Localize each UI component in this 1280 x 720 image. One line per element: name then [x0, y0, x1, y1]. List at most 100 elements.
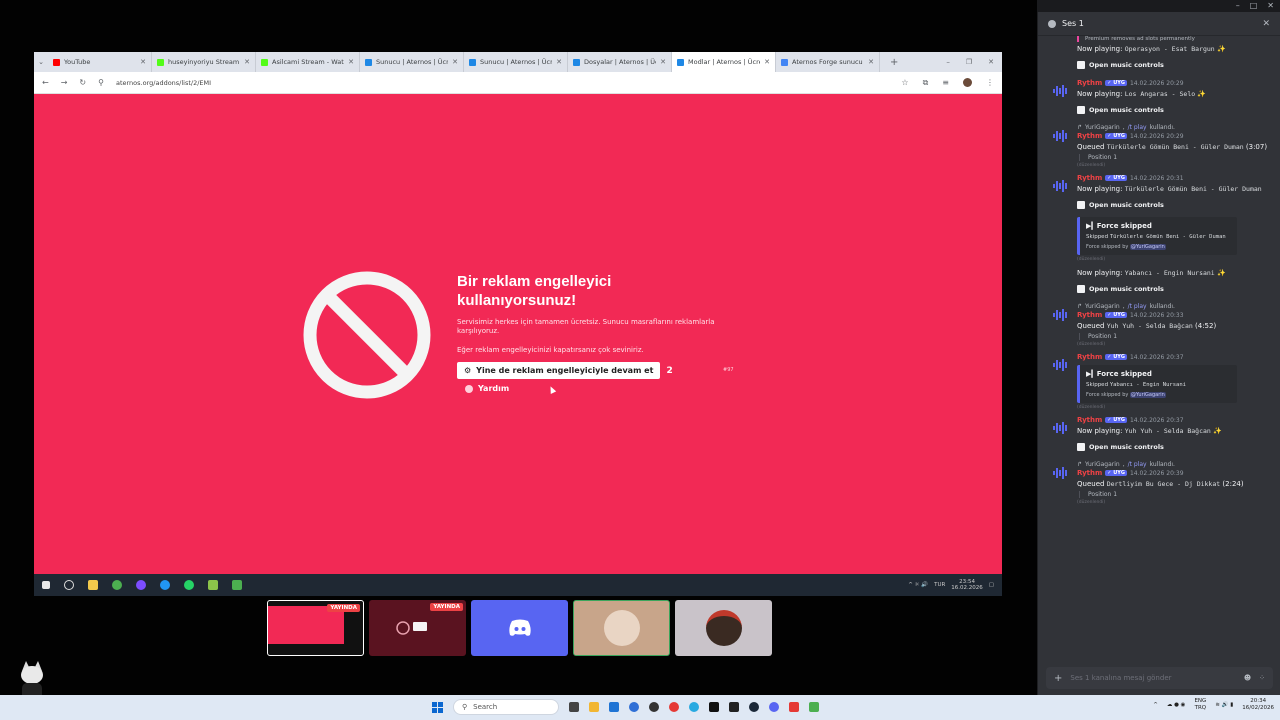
- menu-icon[interactable]: ⋮: [986, 78, 994, 87]
- browser-maximize-icon[interactable]: ❐: [966, 58, 972, 66]
- bookmark-star-icon[interactable]: ☆: [901, 78, 908, 87]
- windows-start-icon[interactable]: [432, 701, 443, 713]
- app-icon[interactable]: [789, 702, 799, 712]
- tab-close-icon[interactable]: ✕: [140, 58, 146, 66]
- tray-overflow-icon[interactable]: ^: [1153, 702, 1158, 708]
- chat-message: Rythm ✓ UYG 14.02.2026 20:37 ▶▎Force skipp…: [1052, 353, 1275, 410]
- edge-icon[interactable]: [629, 702, 639, 712]
- app-icon[interactable]: [136, 580, 146, 590]
- open-music-controls-button[interactable]: Open music controls: [1077, 443, 1164, 451]
- timestamp: 14.02.2026 20:33: [1129, 311, 1184, 319]
- plus-icon[interactable]: +: [1054, 673, 1062, 684]
- url-field[interactable]: aternos.org/addons/list/2/EMI: [116, 79, 889, 87]
- tab-close-icon[interactable]: ✕: [660, 58, 666, 66]
- browser-tab[interactable]: Sunucu | Aternos | Ücretsiz ✕: [360, 52, 464, 72]
- taskview-icon[interactable]: [569, 702, 579, 712]
- new-tab-button[interactable]: +: [890, 57, 898, 68]
- browser-tab[interactable]: huseyinyoriyu Stream - Kick ✕: [152, 52, 256, 72]
- stream-preview-icon: [396, 621, 427, 635]
- open-music-controls-button[interactable]: Open music controls: [1077, 106, 1164, 114]
- terminal-icon[interactable]: [729, 702, 739, 712]
- user-tile[interactable]: [573, 600, 670, 656]
- github-icon[interactable]: [649, 702, 659, 712]
- edge-icon[interactable]: [160, 580, 170, 590]
- user-avatar: [705, 610, 742, 646]
- folder-icon[interactable]: [88, 580, 98, 590]
- whatsapp-icon[interactable]: [184, 580, 194, 590]
- start-icon[interactable]: [42, 581, 50, 589]
- minimize-button[interactable]: –: [1236, 1, 1240, 10]
- browser-minimize-icon[interactable]: –: [946, 58, 950, 66]
- search-icon[interactable]: [64, 580, 74, 590]
- discord-tile[interactable]: [471, 600, 568, 656]
- tab-search-icon[interactable]: ⌄: [34, 58, 48, 66]
- close-button[interactable]: ✕: [1267, 1, 1274, 10]
- profile-avatar[interactable]: [963, 78, 972, 87]
- close-icon[interactable]: ✕: [1262, 19, 1270, 29]
- command-reply: ↱ YuriGagarin, /t play kullandı.: [1077, 124, 1175, 131]
- stream-tile[interactable]: YAYINDA: [369, 600, 466, 656]
- browser-tab[interactable]: Sunucu | Aternos | Ücretsiz ✕: [464, 52, 568, 72]
- maximize-button[interactable]: □: [1250, 1, 1258, 10]
- search-icon: ⚲: [462, 703, 468, 711]
- opera-icon[interactable]: [669, 702, 679, 712]
- queued-line: Queued Dertliyim Bu Gece - Dj Dikkat (2:…: [1077, 480, 1244, 488]
- tab-favicon-icon: [469, 58, 476, 66]
- address-bar: ← → ↻ ⚲ aternos.org/addons/list/2/EMI ☆ …: [34, 72, 1002, 94]
- media-icon[interactable]: ≡: [942, 78, 949, 87]
- message-input[interactable]: + Ses 1 kanalına mesaj gönder ☻ ⁘: [1046, 667, 1273, 689]
- notification-icon[interactable]: ▢: [989, 582, 994, 588]
- browser-close-icon[interactable]: ✕: [988, 58, 994, 66]
- clock[interactable]: 20:34 16/02/2026: [1242, 698, 1274, 712]
- chrome-icon[interactable]: [689, 702, 699, 712]
- tab-close-icon[interactable]: ✕: [452, 58, 458, 66]
- minecraft-icon[interactable]: [809, 702, 819, 712]
- tab-close-icon[interactable]: ✕: [244, 58, 250, 66]
- discord-icon[interactable]: [769, 702, 779, 712]
- network-volume-icons[interactable]: ≋ 🔊 ▮: [1215, 702, 1233, 708]
- continue-with-adblock-button[interactable]: ⚙ Yine de reklam engelleyiciyle devam et: [457, 362, 661, 379]
- steam-icon[interactable]: [749, 702, 759, 712]
- help-icon: [465, 384, 473, 393]
- help-link[interactable]: Yardım: [465, 384, 717, 393]
- taskbar-search[interactable]: ⚲ Search: [453, 699, 559, 715]
- browser-tab[interactable]: Asilcami Stream - Watch ✕: [256, 52, 360, 72]
- open-music-controls-button[interactable]: Open music controls: [1077, 61, 1164, 69]
- emoji-icon[interactable]: ☻: [1244, 674, 1251, 682]
- adblock-title: Bir reklam engelleyici kullanıyorsunuz!: [457, 273, 612, 309]
- tab-close-icon[interactable]: ✕: [868, 58, 874, 66]
- store-icon[interactable]: [609, 702, 619, 712]
- minecraft-icon[interactable]: [208, 580, 218, 590]
- browser-tab[interactable]: Aternos Forge sunucu ha ✕: [776, 52, 880, 72]
- tab-close-icon[interactable]: ✕: [764, 58, 770, 66]
- user-avatar: [603, 610, 640, 646]
- site-info-icon[interactable]: ⚲: [98, 78, 104, 87]
- browser-tab[interactable]: Modlar | Aternos | Ücretsiz ✕: [672, 52, 776, 72]
- chrome-icon[interactable]: [112, 580, 122, 590]
- back-icon[interactable]: ←: [42, 78, 49, 87]
- extensions-icon[interactable]: ⧉: [923, 78, 929, 88]
- open-music-controls-button[interactable]: Open music controls: [1077, 201, 1164, 209]
- message-meta: Rythm ✓ UYG 14.02.2026 20:33: [1077, 311, 1275, 319]
- browser-tab[interactable]: YouTube ✕: [48, 52, 152, 72]
- language-indicator[interactable]: ENG TRQ: [1194, 698, 1206, 712]
- explorer-icon[interactable]: [589, 702, 599, 712]
- tray-app-icons[interactable]: ☁ ● ◉: [1167, 702, 1186, 708]
- browser-tab[interactable]: Dosyalar | Aternos | Ücretsiz ✕: [568, 52, 672, 72]
- timestamp: 14.02.2026 20:37: [1129, 416, 1184, 424]
- open-music-controls-button[interactable]: Open music controls: [1077, 285, 1164, 293]
- tab-favicon-icon: [573, 58, 580, 66]
- embed-footer: Force skipped by @YuriGagarin: [1086, 392, 1166, 398]
- apps-icon[interactable]: ⁘: [1259, 674, 1265, 682]
- capcut-icon[interactable]: [709, 702, 719, 712]
- launcher-icon[interactable]: [232, 580, 242, 590]
- rythm-bot-icon: [1053, 467, 1067, 479]
- tab-close-icon[interactable]: ✕: [348, 58, 354, 66]
- user-tile[interactable]: [675, 600, 772, 656]
- stream-tile[interactable]: YAYINDA: [267, 600, 364, 656]
- tab-close-icon[interactable]: ✕: [556, 58, 562, 66]
- reload-icon[interactable]: ↻: [79, 78, 86, 87]
- author-name: Rythm: [1077, 353, 1103, 361]
- app-tag: ✓ UYG: [1105, 175, 1127, 181]
- forward-icon[interactable]: →: [61, 78, 68, 87]
